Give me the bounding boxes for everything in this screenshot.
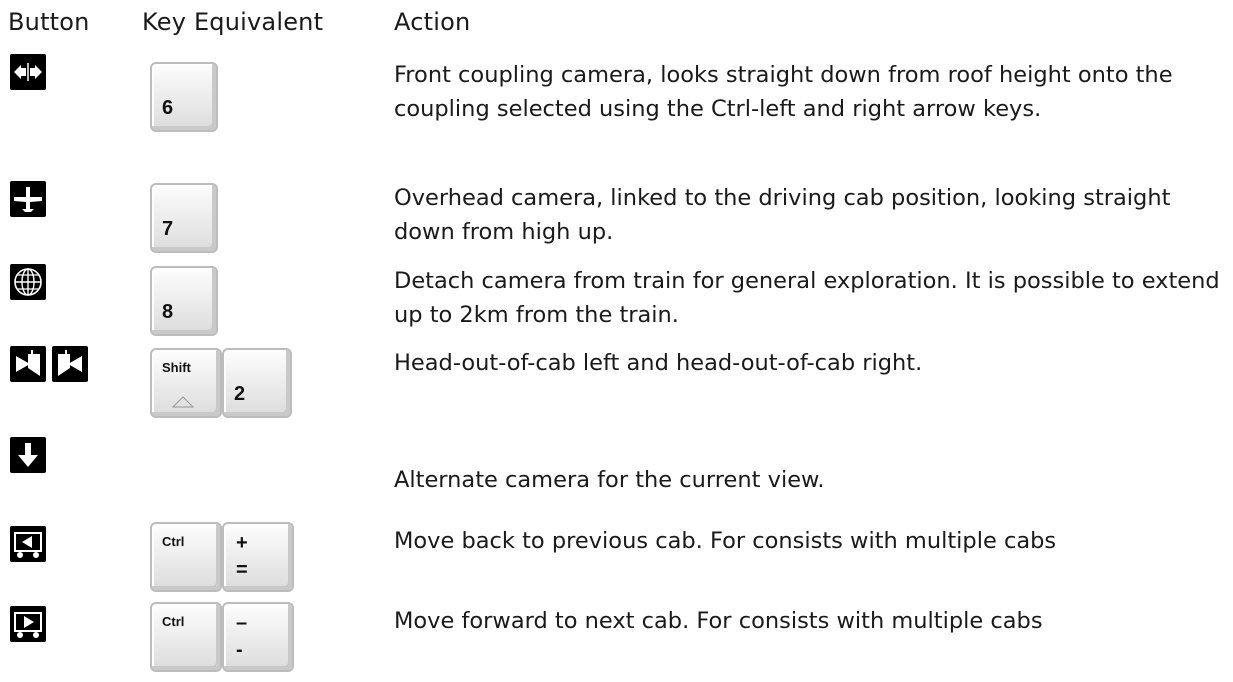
action-text: Move back to previous cab. For consists … [394, 528, 1057, 554]
key-label: 2 [234, 383, 246, 405]
key-label: Ctrl [162, 614, 185, 629]
key-label: Shift [162, 360, 191, 375]
action-text: Move forward to next cab. For consists w… [394, 608, 1043, 634]
key-shift[interactable]: Shift [150, 348, 222, 418]
key-2[interactable]: 2 [222, 348, 292, 418]
action-text: Alternate camera for the current view. [394, 467, 825, 493]
overhead-camera-icon[interactable] [10, 181, 46, 217]
key-label: 6 [162, 97, 174, 119]
key-label-top: + [236, 532, 248, 554]
key-8[interactable]: 8 [150, 266, 218, 336]
head-out-right-icon[interactable] [52, 346, 88, 382]
header-button: Button [8, 8, 90, 36]
shift-arrow-icon [172, 396, 194, 408]
free-camera-globe-icon[interactable] [10, 264, 46, 300]
key-label: Ctrl [162, 534, 185, 549]
key-7[interactable]: 7 [150, 183, 218, 253]
next-cab-icon[interactable] [10, 606, 46, 642]
key-minus[interactable]: – - [222, 602, 294, 672]
key-plus-equals[interactable]: + = [222, 522, 294, 592]
action-text: Overhead camera, linked to the driving c… [394, 185, 1171, 245]
action-text: Head-out-of-cab left and head-out-of-cab… [394, 350, 923, 376]
key-label-top: – [236, 612, 248, 634]
previous-cab-icon[interactable] [10, 526, 46, 562]
key-label-bottom: = [236, 559, 248, 581]
key-ctrl[interactable]: Ctrl [150, 522, 222, 592]
header-key-equivalent: Key Equivalent [142, 8, 324, 36]
header-action: Action [394, 8, 471, 36]
head-out-left-icon[interactable] [10, 346, 46, 382]
key-label: 8 [162, 301, 174, 323]
key-6[interactable]: 6 [150, 62, 218, 132]
key-label-bottom: - [236, 639, 243, 661]
action-text: Front coupling camera, looks straight do… [394, 62, 1173, 122]
front-coupling-camera-icon[interactable] [10, 54, 46, 90]
action-text: Detach camera from train for general exp… [394, 268, 1220, 328]
alternate-camera-down-arrow-icon[interactable] [10, 437, 46, 473]
key-label: 7 [162, 218, 174, 240]
key-ctrl[interactable]: Ctrl [150, 602, 222, 672]
